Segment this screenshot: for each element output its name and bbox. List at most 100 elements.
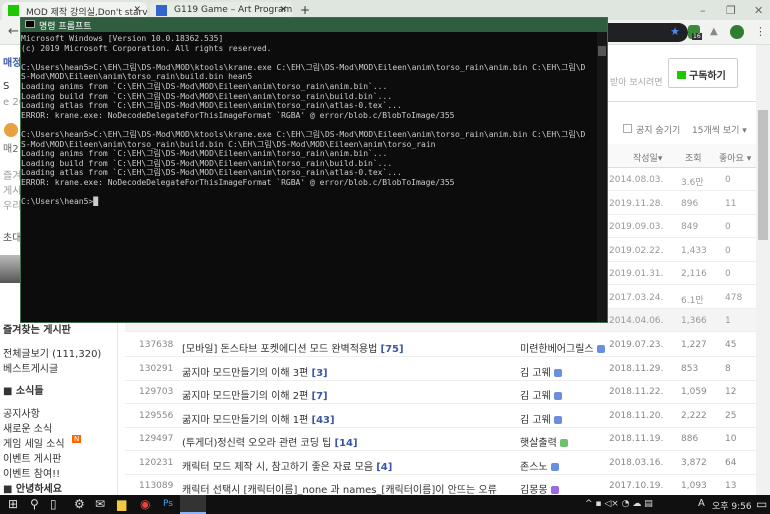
column-likes[interactable]: 좋아요 ▾ xyxy=(719,151,751,164)
post-title[interactable]: (투게더)정신력 오오라 관련 코딩 팁 xyxy=(182,438,331,449)
author-name[interactable]: 존스노 xyxy=(520,462,548,473)
sidebar-item-game-sale[interactable]: 게임 세일 소식 xyxy=(3,435,65,450)
cmd-line: S-Mod\MOD\Eileen\anim\torso_rain\build.b… xyxy=(21,139,436,149)
drive-extension-icon[interactable]: ▲ xyxy=(710,26,718,37)
date: 2017.10.19. xyxy=(609,481,664,491)
author[interactable]: 김 고웨 xyxy=(520,364,562,379)
photoshop-icon[interactable]: Ps xyxy=(163,499,173,509)
sidebar-item-notice[interactable]: 공지사항 xyxy=(3,405,40,420)
bookmark-star-icon[interactable]: ★ xyxy=(670,25,680,38)
post-title-link[interactable]: 캐릭터 선택시 [캐릭터이름]_none 과 names_[캐릭터이름]이 안뜨… xyxy=(182,481,497,496)
cmd-title-bar[interactable]: 명령 프롬프트 xyxy=(21,18,607,32)
back-icon[interactable]: ← xyxy=(8,24,19,39)
likes: 0 xyxy=(725,245,731,256)
invite-button[interactable]: 초대 xyxy=(3,229,21,244)
search-icon[interactable]: ⚲ xyxy=(30,497,39,511)
profile-avatar[interactable] xyxy=(730,25,744,39)
hide-notice-checkbox[interactable] xyxy=(623,124,632,133)
author[interactable]: 미련한베어그릴스 xyxy=(520,340,605,355)
comment-count[interactable]: [7] xyxy=(312,391,328,402)
task-view-icon[interactable]: ▯ xyxy=(50,497,57,511)
comment-count[interactable]: [43] xyxy=(312,415,335,426)
notification-icon[interactable]: ▭ xyxy=(756,497,767,511)
views: 1,366 xyxy=(681,316,707,326)
clock[interactable]: 오후 9:56 xyxy=(712,499,752,512)
post-title[interactable]: [모바일] 돈스타브 포켓에디션 모드 완벽적용법 xyxy=(182,344,377,355)
table-row[interactable]: 120231 캐릭터 모드 제작 시, 참고하기 좋은 자료 모음 [4] 존스… xyxy=(125,451,763,475)
cmd-taskbar-icon[interactable] xyxy=(180,495,206,514)
comment-count[interactable]: [14] xyxy=(335,438,358,449)
new-tab-button[interactable]: + xyxy=(300,3,310,17)
table-row[interactable]: 130291 굶지마 모드만들기의 이해 3편 [3] 김 고웨 2018.11… xyxy=(125,357,763,381)
chrome-icon[interactable]: ◉ xyxy=(140,497,150,511)
cmd-scroll-thumb[interactable] xyxy=(598,46,606,56)
sidebar-item-event-join[interactable]: 이벤트 참여!! xyxy=(3,465,60,480)
sidebar-partial: S xyxy=(3,81,10,92)
cmd-output[interactable]: Microsoft Windows [Version 10.0.18362.53… xyxy=(21,32,599,207)
comment-count[interactable]: [3] xyxy=(312,368,328,379)
cmd-title: 명령 프롬프트 xyxy=(39,22,92,32)
file-explorer-icon[interactable]: ▆ xyxy=(117,497,126,511)
author[interactable]: 김 고웨 xyxy=(520,411,562,426)
page-scrollbar[interactable] xyxy=(756,45,770,495)
views: 3.6만 xyxy=(681,178,704,188)
command-prompt-window[interactable]: 명령 프롬프트 Microsoft Windows [Version 10.0.… xyxy=(20,17,608,323)
subscribe-hint: 받아 보시려면 xyxy=(610,78,663,88)
sidebar-item-event-board[interactable]: 이벤트 게시판 xyxy=(3,450,61,465)
cmd-scrollbar[interactable] xyxy=(597,32,607,322)
subscribe-icon xyxy=(677,71,686,79)
table-row[interactable]: 137638 [모바일] 돈스타브 포켓에디션 모드 완벽적용법 [75] 미련… xyxy=(125,333,763,357)
post-title-link[interactable]: 캐릭터 모드 제작 시, 참고하기 좋은 자료 모음 [4] xyxy=(182,458,392,473)
best-posts-link[interactable]: 베스트게시글 xyxy=(3,360,58,375)
cmd-line: Loading atlas from `C:\EH\그림\DS-Mod\MOD\… xyxy=(21,101,402,111)
all-posts-link[interactable]: 전체글보기 (111,320) xyxy=(3,345,101,360)
close-tab-icon[interactable]: ✕ xyxy=(133,5,141,15)
post-title-link[interactable]: 굶지마 모드만들기의 이해 1편 [43] xyxy=(182,411,335,426)
author-name[interactable]: 햇살출력 xyxy=(520,438,557,449)
comment-count[interactable]: [4] xyxy=(376,462,392,473)
post-title-link[interactable]: 굶지마 모드만들기의 이해 2편 [7] xyxy=(182,387,328,402)
column-date[interactable]: 작성일▾ xyxy=(633,151,662,164)
favorites-header[interactable]: 즐겨찾는 게시판 xyxy=(3,321,71,336)
minimize-button[interactable]: – xyxy=(700,4,706,17)
sidebar-item-new-news[interactable]: 새로운 소식 xyxy=(3,420,52,435)
post-id: 129497 xyxy=(139,434,174,444)
cmd-line: Loading anims from `C:\EH\그림\DS-Mod\MOD\… xyxy=(21,149,388,159)
table-row[interactable]: 129497 (투게더)정신력 오오라 관련 코딩 팁 [14] 햇살출력 20… xyxy=(125,427,763,451)
tray-icons[interactable]: ^ ▪ ◁× ◔ ☁ ▤ xyxy=(585,499,653,509)
per-page-select[interactable]: 15개씩 보기 ▾ xyxy=(692,123,747,136)
cafe-name[interactable]: 매정 xyxy=(3,54,21,69)
subscribe-button[interactable]: 구독하기 xyxy=(668,58,738,88)
author-name[interactable]: 김 고웨 xyxy=(520,368,551,379)
author[interactable]: 존스노 xyxy=(520,458,559,473)
ime-indicator[interactable]: A xyxy=(698,498,705,509)
author[interactable]: 김몽몽 xyxy=(520,481,559,496)
maximize-button[interactable]: ❐ xyxy=(726,4,736,17)
author[interactable]: 햇살출력 xyxy=(520,434,568,449)
hide-notice-label[interactable]: 공지 숨기기 xyxy=(636,123,680,136)
post-title-link[interactable]: [모바일] 돈스타브 포켓에디션 모드 완벽적용법 [75] xyxy=(182,340,404,355)
post-title[interactable]: 굶지마 모드만들기의 이해 2편 xyxy=(182,391,308,402)
author[interactable]: 김 고웨 xyxy=(520,387,562,402)
post-title-link[interactable]: (투게더)정신력 오오라 관련 코딩 팁 [14] xyxy=(182,434,358,449)
mail-icon[interactable]: ✉ xyxy=(95,497,105,511)
author-name[interactable]: 미련한베어그릴스 xyxy=(520,344,594,355)
author-name[interactable]: 김 고웨 xyxy=(520,415,551,426)
comment-count[interactable]: [75] xyxy=(381,344,404,355)
table-row[interactable]: 129703 굶지마 모드만들기의 이해 2편 [7] 김 고웨 2018.11… xyxy=(125,380,763,404)
likes: 25 xyxy=(725,410,737,421)
start-icon[interactable]: ⊞ xyxy=(8,497,18,511)
post-title[interactable]: 굶지마 모드만들기의 이해 1편 xyxy=(182,415,308,426)
close-window-button[interactable]: ✕ xyxy=(754,4,763,17)
views: 2,222 xyxy=(681,410,707,421)
post-title[interactable]: 캐릭터 모드 제작 시, 참고하기 좋은 자료 모음 xyxy=(182,462,373,473)
author-name[interactable]: 김 고웨 xyxy=(520,391,551,402)
settings-icon[interactable]: ⚙ xyxy=(74,497,85,511)
likes: 12 xyxy=(725,387,737,397)
close-tab-icon[interactable]: ✕ xyxy=(279,5,287,15)
table-row[interactable]: 129556 굶지마 모드만들기의 이해 1편 [43] 김 고웨 2018.1… xyxy=(125,404,763,428)
post-title[interactable]: 굶지마 모드만들기의 이해 3편 xyxy=(182,368,308,379)
menu-icon[interactable]: ⋮ xyxy=(755,25,766,38)
post-title-link[interactable]: 굶지마 모드만들기의 이해 3편 [3] xyxy=(182,364,328,379)
scrollbar-thumb[interactable] xyxy=(758,110,768,240)
